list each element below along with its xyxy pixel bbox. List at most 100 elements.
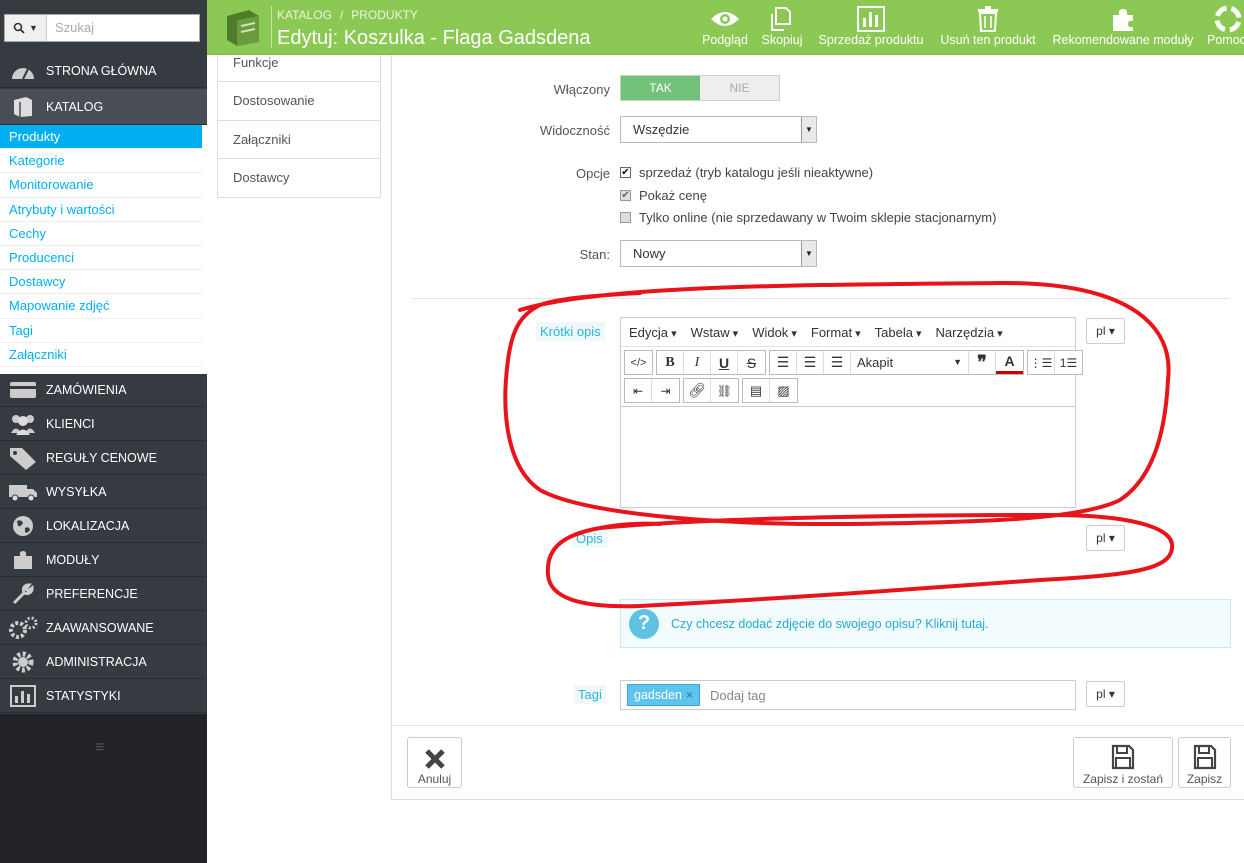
- collapse-menu-icon[interactable]: ≡: [95, 739, 104, 757]
- editor-menu-table[interactable]: Tabela: [875, 325, 922, 340]
- nav-modules-label: MODUŁY: [46, 553, 100, 567]
- nav-administration-label: ADMINISTRACJA: [46, 655, 147, 669]
- submenu-item-manufacturers[interactable]: Producenci: [0, 246, 202, 271]
- nav-preferences[interactable]: PREFERENCJE: [0, 578, 207, 611]
- text-color-icon[interactable]: A: [996, 351, 1023, 374]
- block-format-select[interactable]: Akapit: [851, 351, 969, 374]
- nav-shipping[interactable]: WYSYŁKA: [0, 476, 207, 509]
- search-input[interactable]: Szukaj: [47, 15, 199, 41]
- bold-icon[interactable]: B: [657, 351, 684, 374]
- source-code-icon[interactable]: </>: [625, 351, 652, 374]
- nav-catalog[interactable]: KATALOG: [0, 89, 207, 125]
- enabled-toggle[interactable]: TAK NIE: [620, 75, 780, 101]
- tab-attachments[interactable]: Załączniki: [217, 120, 381, 159]
- product-sales-button[interactable]: Sprzedaż produktu: [816, 5, 926, 49]
- submenu-item-products[interactable]: Produkty: [0, 125, 202, 150]
- condition-select[interactable]: Nowy ▼: [620, 240, 817, 267]
- breadcrumb-products[interactable]: PRODUKTY: [351, 8, 418, 22]
- option-available-for-order[interactable]: ✔ sprzedaż (tryb katalogu jeśli nieaktyw…: [620, 165, 873, 180]
- cancel-button[interactable]: Anuluj: [407, 737, 462, 788]
- nav-customers[interactable]: KLIENCI: [0, 408, 207, 441]
- help-button[interactable]: Pomoc: [1207, 5, 1244, 49]
- outdent-icon[interactable]: ⇤: [625, 379, 652, 402]
- add-image-info-text[interactable]: Czy chcesz dodać zdjęcie do swojego opis…: [671, 617, 989, 631]
- nav-home[interactable]: STRONA GŁÓWNA: [0, 55, 207, 88]
- tab-features[interactable]: Funkcje: [217, 55, 381, 82]
- nav-stats[interactable]: STATYSTYKI: [0, 680, 207, 713]
- product-tabs: Funkcje Dostosowanie Załączniki Dostawcy: [217, 55, 381, 198]
- floppy-disk-icon: [1111, 744, 1135, 770]
- tab-suppliers[interactable]: Dostawcy: [217, 159, 381, 198]
- nav-orders[interactable]: ZAMÓWIENIA: [0, 374, 207, 407]
- nav-administration[interactable]: ADMINISTRACJA: [0, 646, 207, 679]
- indent-icon[interactable]: ⇥: [652, 379, 679, 402]
- search-scope-dropdown[interactable]: ▼: [5, 15, 47, 41]
- save-and-stay-button[interactable]: Zapisz i zostań: [1073, 737, 1173, 788]
- tags-language-button[interactable]: pl ▾: [1086, 681, 1125, 707]
- tab-customization[interactable]: Dostosowanie: [217, 82, 381, 121]
- align-left-icon[interactable]: ☰: [770, 351, 797, 374]
- delete-product-label: Usuń ten produkt: [940, 33, 1036, 47]
- blockquote-icon[interactable]: ❞: [969, 351, 996, 374]
- submenu-item-attributes[interactable]: Atrybuty i wartości: [0, 198, 202, 222]
- floppy-disk-icon: [1193, 744, 1216, 770]
- bullet-list-icon[interactable]: ⋮☰: [1028, 351, 1055, 374]
- checkbox-checked-icon[interactable]: ✔: [620, 167, 631, 178]
- tag-chip-text: gadsden: [634, 688, 682, 702]
- add-tag-placeholder[interactable]: Dodaj tag: [710, 688, 766, 703]
- desc-language-button[interactable]: pl ▾: [1086, 525, 1125, 551]
- toggle-no[interactable]: NIE: [700, 76, 779, 100]
- remove-tag-icon[interactable]: ×: [686, 688, 693, 702]
- option-online-only[interactable]: Tylko online (nie sprzedawany w Twoim sk…: [620, 210, 996, 225]
- nav-customers-label: KLIENCI: [46, 417, 95, 431]
- align-right-icon[interactable]: ☰: [824, 351, 851, 374]
- tags-input[interactable]: gadsden × Dodaj tag: [620, 680, 1076, 710]
- editor-menu-tools[interactable]: Narzędzia: [936, 325, 1003, 340]
- submenu-item-tags[interactable]: Tagi: [0, 319, 202, 343]
- editor-menu-edit[interactable]: Edycja: [629, 325, 677, 340]
- nav-stats-label: STATYSTYKI: [46, 689, 121, 703]
- checkbox-unchecked-icon[interactable]: [620, 212, 631, 223]
- short-description-textarea[interactable]: [621, 406, 1075, 507]
- short-description-label: Krótki opis: [536, 322, 605, 341]
- close-icon: [424, 749, 445, 769]
- submenu-item-features[interactable]: Cechy: [0, 222, 202, 246]
- video-icon[interactable]: ▤: [743, 379, 770, 402]
- option-show-price[interactable]: ✔ Pokaż cenę: [620, 188, 707, 203]
- nav-orders-label: ZAMÓWIENIA: [46, 383, 127, 397]
- submenu-item-suppliers[interactable]: Dostawcy: [0, 270, 202, 295]
- editor-menu-view[interactable]: Widok: [752, 325, 797, 340]
- toggle-yes[interactable]: TAK: [621, 76, 700, 100]
- nav-advanced[interactable]: ZAAWANSOWANE: [0, 612, 207, 645]
- preview-button[interactable]: Podgląd: [699, 5, 751, 49]
- numbered-list-icon[interactable]: 1☰: [1055, 351, 1082, 374]
- submenu-item-categories[interactable]: Kategorie: [0, 149, 202, 174]
- recommended-modules-button[interactable]: Rekomendowane moduły: [1050, 5, 1196, 49]
- submenu-item-image-mapping[interactable]: Mapowanie zdjęć: [0, 294, 202, 319]
- breadcrumb-catalog[interactable]: KATALOG: [277, 8, 332, 22]
- short-desc-language-button[interactable]: pl ▾: [1086, 318, 1125, 344]
- unlink-icon[interactable]: ⛓︎: [711, 379, 738, 402]
- nav-localization-label: LOKALIZACJA: [46, 519, 130, 533]
- nav-advanced-label: ZAAWANSOWANE: [46, 621, 154, 635]
- add-image-info-box[interactable]: ? Czy chcesz dodać zdjęcie do swojego op…: [620, 599, 1231, 648]
- editor-menu-format[interactable]: Format: [811, 325, 861, 340]
- nav-price-rules[interactable]: REGUŁY CENOWE: [0, 442, 207, 475]
- link-icon[interactable]: 🔗︎: [684, 379, 711, 402]
- underline-icon[interactable]: U: [711, 351, 738, 374]
- visibility-select[interactable]: Wszędzie ▼: [620, 116, 817, 143]
- image-icon[interactable]: ▨: [770, 379, 797, 402]
- dashboard-icon: [0, 61, 46, 81]
- align-center-icon[interactable]: ☰: [797, 351, 824, 374]
- strikethrough-icon[interactable]: S: [738, 351, 765, 374]
- nav-localization[interactable]: LOKALIZACJA: [0, 510, 207, 543]
- checkbox-disabled-checked-icon[interactable]: ✔: [620, 190, 631, 201]
- save-button[interactable]: Zapisz: [1178, 737, 1231, 788]
- italic-icon[interactable]: I: [684, 351, 711, 374]
- editor-menu-insert[interactable]: Wstaw: [691, 325, 739, 340]
- submenu-item-attachments[interactable]: Załączniki: [0, 343, 202, 367]
- delete-product-button[interactable]: Usuń ten produkt: [937, 5, 1039, 49]
- submenu-item-monitoring[interactable]: Monitorowanie: [0, 173, 202, 198]
- nav-modules[interactable]: MODUŁY: [0, 544, 207, 577]
- copy-button[interactable]: Skopiuj: [759, 5, 805, 49]
